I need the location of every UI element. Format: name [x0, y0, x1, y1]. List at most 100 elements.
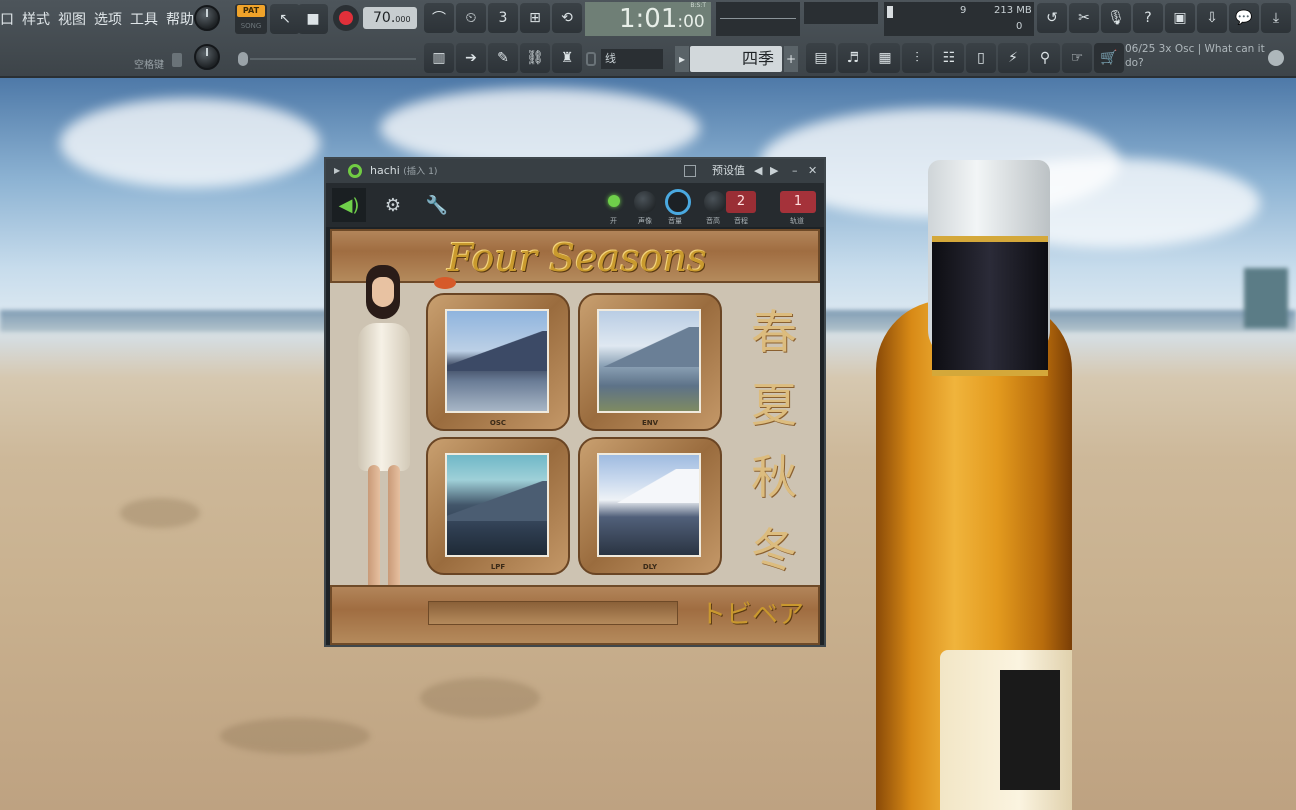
close-icon[interactable]: ✕ — [808, 159, 817, 183]
grid-icon[interactable] — [684, 165, 696, 177]
menu-item-view[interactable]: 视图 — [58, 9, 86, 29]
piano-icon: ▥ — [432, 50, 446, 66]
wrench-button[interactable]: 🔧 — [420, 188, 454, 222]
snap-selector[interactable]: 线 — [601, 49, 663, 69]
menu-item-file[interactable]: 口 — [0, 9, 14, 29]
piano-roll-button[interactable]: ▥ — [424, 43, 454, 73]
channel-settings-button[interactable]: ⚙ — [376, 188, 410, 222]
dly-frame[interactable]: DLY — [578, 437, 722, 575]
slider-thumb[interactable] — [238, 52, 248, 66]
chat-icon: 💬 — [1235, 10, 1253, 26]
cut-button[interactable]: ✂ — [1069, 3, 1099, 33]
browser-button[interactable]: ☷ — [934, 43, 964, 73]
tempo-field[interactable]: 70.000 — [363, 7, 417, 29]
lpf-frame[interactable]: LPF — [426, 437, 570, 575]
hint-label: 空格键 — [134, 60, 164, 71]
mountain-shape — [447, 481, 547, 521]
cpu-value: 9 — [960, 5, 967, 16]
pattern-selector[interactable]: 四季 — [690, 46, 782, 72]
arrow-right-icon: ➔ — [465, 50, 477, 66]
mixer-track-number[interactable]: 2 — [726, 191, 756, 213]
enable-led[interactable] — [608, 195, 620, 207]
master-pitch-slider[interactable] — [236, 52, 416, 66]
plugin-titlebar[interactable]: ▶ hachi (插入 1) 预设值 ◀ ▶ – ✕ — [326, 159, 824, 183]
help-button[interactable]: ? — [1133, 3, 1163, 33]
minimize-icon[interactable]: – — [792, 159, 798, 183]
env-frame[interactable]: ENV — [578, 293, 722, 431]
wait-icon: ⏲ — [465, 10, 477, 26]
kanji-autumn: 秋 — [751, 450, 797, 505]
time-ticks: :00 — [677, 12, 705, 32]
lock-icon[interactable] — [172, 53, 182, 67]
channel-rack-button[interactable]: ▦ — [870, 43, 900, 73]
loop-record-button[interactable]: ⟲ — [552, 3, 582, 33]
playlist-button[interactable]: ▤ — [806, 43, 836, 73]
preset-prev-icon[interactable]: ◀ — [754, 159, 762, 183]
oscilloscope-monitor — [716, 2, 800, 36]
pat-mode[interactable]: PAT — [237, 5, 265, 17]
env-photo[interactable] — [597, 309, 701, 413]
step-edit-button[interactable]: ⊞ — [520, 3, 550, 33]
metronome-button[interactable]: ⌒ — [424, 3, 454, 33]
render-button[interactable]: ⇩ — [1197, 3, 1227, 33]
woman-leg — [368, 465, 380, 595]
metronome-icon: ⌒ — [432, 11, 446, 27]
mixer-icon: ⫶ — [915, 50, 919, 66]
preset-label[interactable]: 预设值 — [712, 159, 745, 183]
shop-button[interactable]: 🛒 — [1094, 43, 1124, 73]
preset-next-icon[interactable]: ▶ — [770, 159, 778, 183]
wizard-button[interactable]: ⚲ — [1030, 43, 1060, 73]
loop-icon: ⟲ — [561, 10, 573, 26]
pencil-button[interactable]: ✎ — [488, 43, 518, 73]
plugin-view-button[interactable]: ◀) — [332, 188, 366, 222]
pan-knob[interactable] — [634, 191, 656, 213]
link-button[interactable]: ⛓ — [520, 43, 550, 73]
play-button[interactable]: ↖ — [270, 4, 300, 34]
speaker-icon: ◀) — [338, 194, 360, 216]
volume-knob[interactable] — [665, 189, 691, 215]
bottle-label-emblem — [1000, 670, 1060, 790]
menu-item-options[interactable]: 选项 — [94, 9, 122, 29]
pattern-add-button[interactable]: + — [784, 46, 798, 72]
mixer-button[interactable]: ⫶ — [902, 43, 932, 73]
master-pitch-knob[interactable] — [194, 44, 220, 70]
render-icon: ⇩ — [1206, 10, 1218, 26]
osc-frame[interactable]: OSC — [426, 293, 570, 431]
news-panel[interactable]: 06/25 3x Osc | What can it do? — [1125, 42, 1265, 74]
stop-button[interactable]: ■ — [298, 4, 328, 34]
expand-arrow-icon[interactable]: ▶ — [334, 159, 340, 183]
pitch-knob[interactable] — [704, 191, 726, 213]
touch-button[interactable]: ☞ — [1062, 43, 1092, 73]
countdown-button[interactable]: 3 — [488, 3, 518, 33]
scissors-icon: ✂ — [1078, 10, 1090, 26]
record-button[interactable] — [333, 5, 359, 31]
pattern-prev-button[interactable]: ▸ — [675, 46, 689, 72]
song-mode[interactable]: SONG — [237, 20, 265, 32]
download-button[interactable]: ⤓ — [1261, 3, 1291, 33]
lpf-photo[interactable] — [445, 453, 549, 557]
project-button[interactable]: ▯ — [966, 43, 996, 73]
menu-item-tools[interactable]: 工具 — [130, 9, 158, 29]
menu-item-style[interactable]: 样式 — [22, 9, 50, 29]
footer-brand: トビベア — [699, 600, 804, 630]
osc-photo[interactable] — [445, 309, 549, 413]
piano-roll-view-button[interactable]: ♬ — [838, 43, 868, 73]
stamp-button[interactable]: ♜ — [552, 43, 582, 73]
menu-item-help[interactable]: 帮助 — [166, 9, 194, 29]
arrow-button[interactable]: ➔ — [456, 43, 486, 73]
song-position-display[interactable]: 1:01:00 B:S:T — [585, 2, 711, 36]
stop-icon: ■ — [306, 11, 320, 27]
kanji-spring: 春 — [751, 305, 797, 360]
plugin-gear-icon[interactable] — [348, 164, 362, 178]
undo-button[interactable]: ↺ — [1037, 3, 1067, 33]
dly-photo[interactable] — [597, 453, 701, 557]
globe-icon[interactable] — [1268, 50, 1284, 66]
chat-button[interactable]: 💬 — [1229, 3, 1259, 33]
track-number[interactable]: 1 — [780, 191, 816, 213]
plugin-button[interactable]: ⚡ — [998, 43, 1028, 73]
save-button[interactable]: ▣ — [1165, 3, 1195, 33]
mic-button[interactable]: 🎙 — [1101, 3, 1131, 33]
wait-record-button[interactable]: ⏲ — [456, 3, 486, 33]
master-volume-knob[interactable] — [194, 5, 220, 31]
wrench-icon: 🔧 — [425, 194, 449, 216]
